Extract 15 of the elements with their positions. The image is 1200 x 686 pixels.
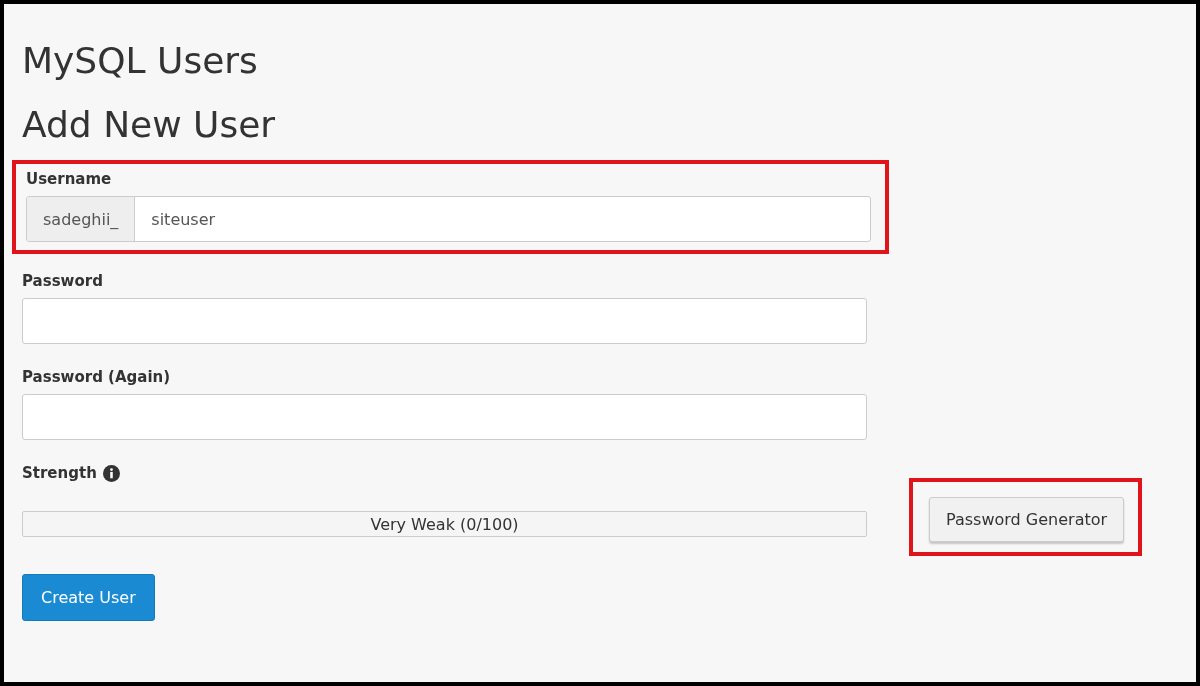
password-generator-button[interactable]: Password Generator — [929, 497, 1125, 542]
username-input[interactable]: siteuser — [135, 197, 870, 241]
password-field[interactable] — [22, 298, 867, 344]
password-field[interactable] — [22, 394, 867, 440]
create-user-button[interactable]: Create User — [22, 574, 155, 621]
field-label: Password — [22, 272, 103, 290]
field-label: Strength — [22, 464, 97, 482]
info-icon[interactable] — [102, 464, 120, 482]
field-label: Password (Again) — [22, 368, 171, 386]
username-field[interactable]: sadeghii_ siteuser — [26, 196, 871, 242]
username-prefix: sadeghii_ — [27, 197, 136, 241]
section-title: Add New User — [22, 104, 277, 146]
strength-reading: Very Weak (0/100) — [370, 515, 519, 534]
field-label: Username — [26, 170, 112, 188]
page-title: MySQL Users — [22, 40, 259, 82]
